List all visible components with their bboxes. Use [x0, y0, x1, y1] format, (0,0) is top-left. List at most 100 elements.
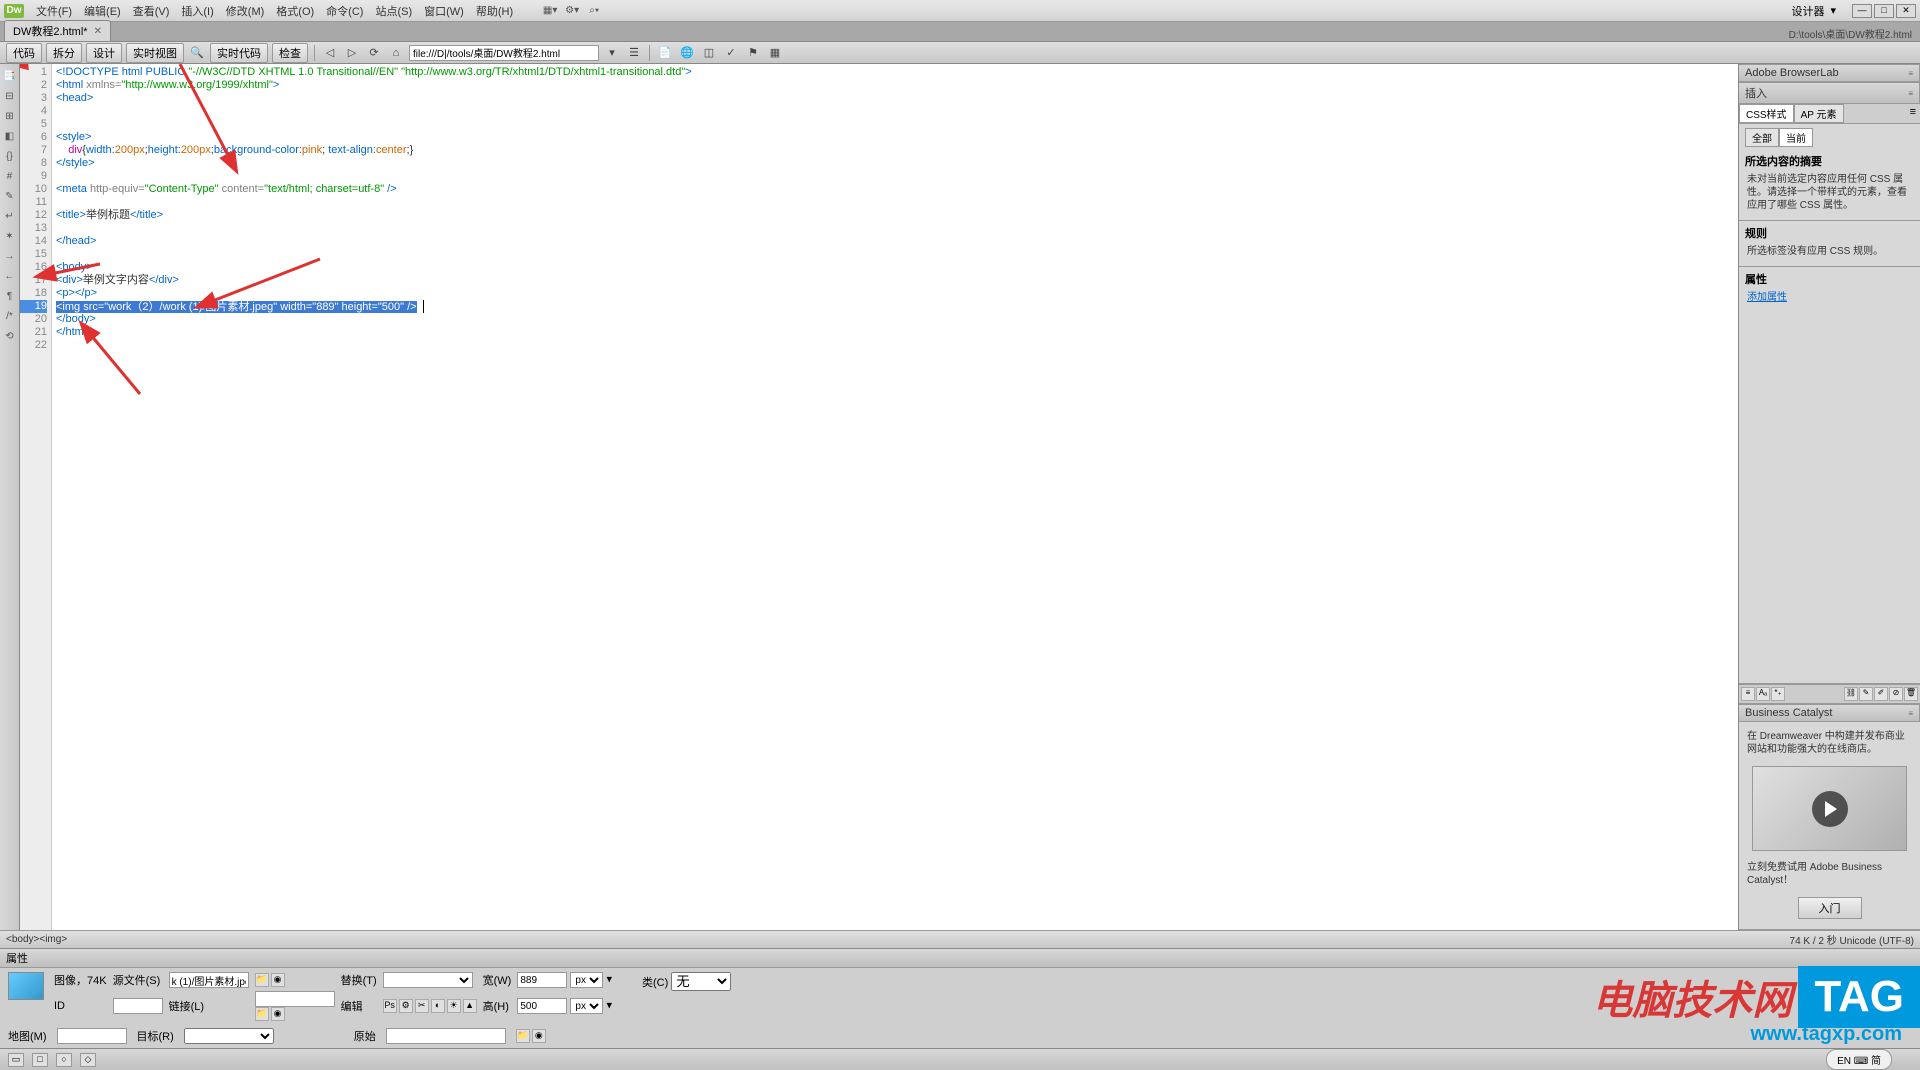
ime-indicator[interactable]: EN ⌨ 简: [1826, 1049, 1892, 1070]
file-tab[interactable]: DW教程2.html* ✕: [4, 20, 111, 41]
panel-insert[interactable]: 插入≡: [1739, 82, 1920, 104]
css-scope-current[interactable]: 当前: [1779, 128, 1813, 147]
rect-hotspot-icon[interactable]: □: [32, 1053, 48, 1067]
show-only-icon[interactable]: *₊: [1771, 687, 1785, 701]
balance-braces-icon[interactable]: {}: [2, 148, 18, 164]
wrap-icon[interactable]: ↵: [2, 208, 18, 224]
class-select[interactable]: 无: [671, 972, 731, 991]
live-view-button[interactable]: 实时视图: [126, 43, 184, 63]
code-content[interactable]: <!DOCTYPE html PUBLIC "-//W3C//DTD XHTML…: [52, 64, 1738, 930]
address-input[interactable]: [409, 45, 599, 61]
inspect-button[interactable]: 检查: [272, 43, 308, 63]
bc-video-thumbnail[interactable]: [1752, 766, 1907, 851]
menu-site[interactable]: 站点(S): [369, 3, 418, 19]
browse-icon[interactable]: ▾: [603, 45, 621, 61]
disable-icon[interactable]: ⊘: [1889, 687, 1903, 701]
panel-business-catalyst[interactable]: Business Catalyst≡: [1739, 704, 1920, 722]
menu-insert[interactable]: 插入(I): [175, 3, 219, 19]
oval-hotspot-icon[interactable]: ○: [56, 1053, 72, 1067]
edit-ps-icon[interactable]: Ps: [383, 999, 397, 1013]
layout-picker-icon[interactable]: ▦▾: [539, 3, 561, 19]
extension-icon[interactable]: ⚙▾: [561, 3, 583, 19]
code-view-button[interactable]: 代码: [6, 43, 42, 63]
menu-file[interactable]: 文件(F): [30, 3, 78, 19]
indent-icon[interactable]: →: [2, 248, 18, 264]
properties-header[interactable]: 属性: [0, 949, 1920, 968]
menu-help[interactable]: 帮助(H): [470, 3, 519, 19]
delete-icon[interactable]: 🗑: [1904, 687, 1918, 701]
menu-format[interactable]: 格式(O): [270, 3, 320, 19]
h-unit[interactable]: px: [570, 998, 603, 1014]
close-button[interactable]: ✕: [1896, 4, 1916, 18]
recent-icon[interactable]: ⟲: [2, 328, 18, 344]
options-icon[interactable]: ☰: [625, 45, 643, 61]
link-folder-icon[interactable]: 📁: [255, 1007, 269, 1021]
pointer-tool-icon[interactable]: ▭: [8, 1053, 24, 1067]
show-category-icon[interactable]: ≡: [1741, 687, 1755, 701]
orig-input[interactable]: [386, 1028, 506, 1044]
link-input[interactable]: [255, 991, 335, 1007]
orig-folder-icon[interactable]: 📁: [516, 1029, 530, 1043]
point-to-file-icon[interactable]: ◉: [271, 973, 285, 987]
crop-icon[interactable]: ✂: [415, 999, 429, 1013]
menu-edit[interactable]: 编辑(E): [78, 3, 127, 19]
check-icon[interactable]: ⚑: [744, 45, 762, 61]
home-icon[interactable]: ⌂: [387, 45, 405, 61]
new-rule-icon[interactable]: ✎: [1859, 687, 1873, 701]
edit-settings-icon[interactable]: ⚙: [399, 999, 413, 1013]
alt-select[interactable]: [383, 972, 473, 988]
tab-ap-elements[interactable]: AP 元素: [1794, 104, 1844, 123]
inspect-icon[interactable]: 🔍: [188, 45, 206, 61]
code-editor[interactable]: 12345678910111213141516171819202122 <!DO…: [20, 64, 1738, 930]
visual-aids-icon[interactable]: ◫: [700, 45, 718, 61]
brightness-icon[interactable]: ☀: [447, 999, 461, 1013]
edit-rule-icon[interactable]: ✐: [1874, 687, 1888, 701]
expand-icon[interactable]: ⊞: [2, 108, 18, 124]
add-attr-link[interactable]: 添加属性: [1745, 287, 1914, 308]
tab-css-styles[interactable]: CSS样式: [1739, 104, 1794, 123]
src-input[interactable]: [169, 972, 249, 988]
show-list-icon[interactable]: Aₐ: [1756, 687, 1770, 701]
panel-browserlab[interactable]: Adobe BrowserLab≡: [1739, 64, 1920, 82]
css-scope-all[interactable]: 全部: [1745, 128, 1779, 147]
menu-modify[interactable]: 修改(M): [220, 3, 271, 19]
resample-icon[interactable]: ◐: [431, 999, 445, 1013]
refresh-icon[interactable]: ⟳: [365, 45, 383, 61]
orig-point-icon[interactable]: ◉: [532, 1029, 546, 1043]
bc-start-button[interactable]: 入门: [1798, 897, 1862, 919]
collapse-icon[interactable]: ⊟: [2, 88, 18, 104]
validate-icon[interactable]: ✓: [722, 45, 740, 61]
menu-commands[interactable]: 命令(C): [320, 3, 369, 19]
menu-view[interactable]: 查看(V): [127, 3, 176, 19]
menu-window[interactable]: 窗口(W): [418, 3, 470, 19]
tab-close-icon[interactable]: ✕: [94, 26, 102, 37]
workspace-label[interactable]: 设计器: [1791, 3, 1824, 19]
syntax-icon[interactable]: ✶: [2, 228, 18, 244]
target-select[interactable]: [184, 1028, 274, 1044]
search-icon[interactable]: ⌕▾: [583, 3, 605, 19]
open-docs-icon[interactable]: 📑: [2, 68, 18, 84]
comment-icon[interactable]: /*: [2, 308, 18, 324]
file-mgmt-icon[interactable]: 📄: [656, 45, 674, 61]
back-icon[interactable]: ◁: [321, 45, 339, 61]
title-icon[interactable]: ▦: [766, 45, 784, 61]
minimize-button[interactable]: —: [1852, 4, 1872, 18]
height-input[interactable]: [517, 998, 567, 1014]
highlight-icon[interactable]: ✎: [2, 188, 18, 204]
map-input[interactable]: [57, 1028, 127, 1044]
split-view-button[interactable]: 拆分: [46, 43, 82, 63]
select-parent-icon[interactable]: ◧: [2, 128, 18, 144]
maximize-button[interactable]: □: [1874, 4, 1894, 18]
width-input[interactable]: [517, 972, 567, 988]
play-icon[interactable]: [1812, 791, 1848, 827]
link-point-icon[interactable]: ◉: [271, 1007, 285, 1021]
outdent-icon[interactable]: ←: [2, 268, 18, 284]
format-icon[interactable]: ¶: [2, 288, 18, 304]
live-code-button[interactable]: 实时代码: [210, 43, 268, 63]
design-view-button[interactable]: 设计: [86, 43, 122, 63]
forward-icon[interactable]: ▷: [343, 45, 361, 61]
sharpen-icon[interactable]: ▲: [463, 999, 477, 1013]
poly-hotspot-icon[interactable]: ◇: [80, 1053, 96, 1067]
id-input[interactable]: [113, 998, 163, 1014]
preview-icon[interactable]: 🌐: [678, 45, 696, 61]
